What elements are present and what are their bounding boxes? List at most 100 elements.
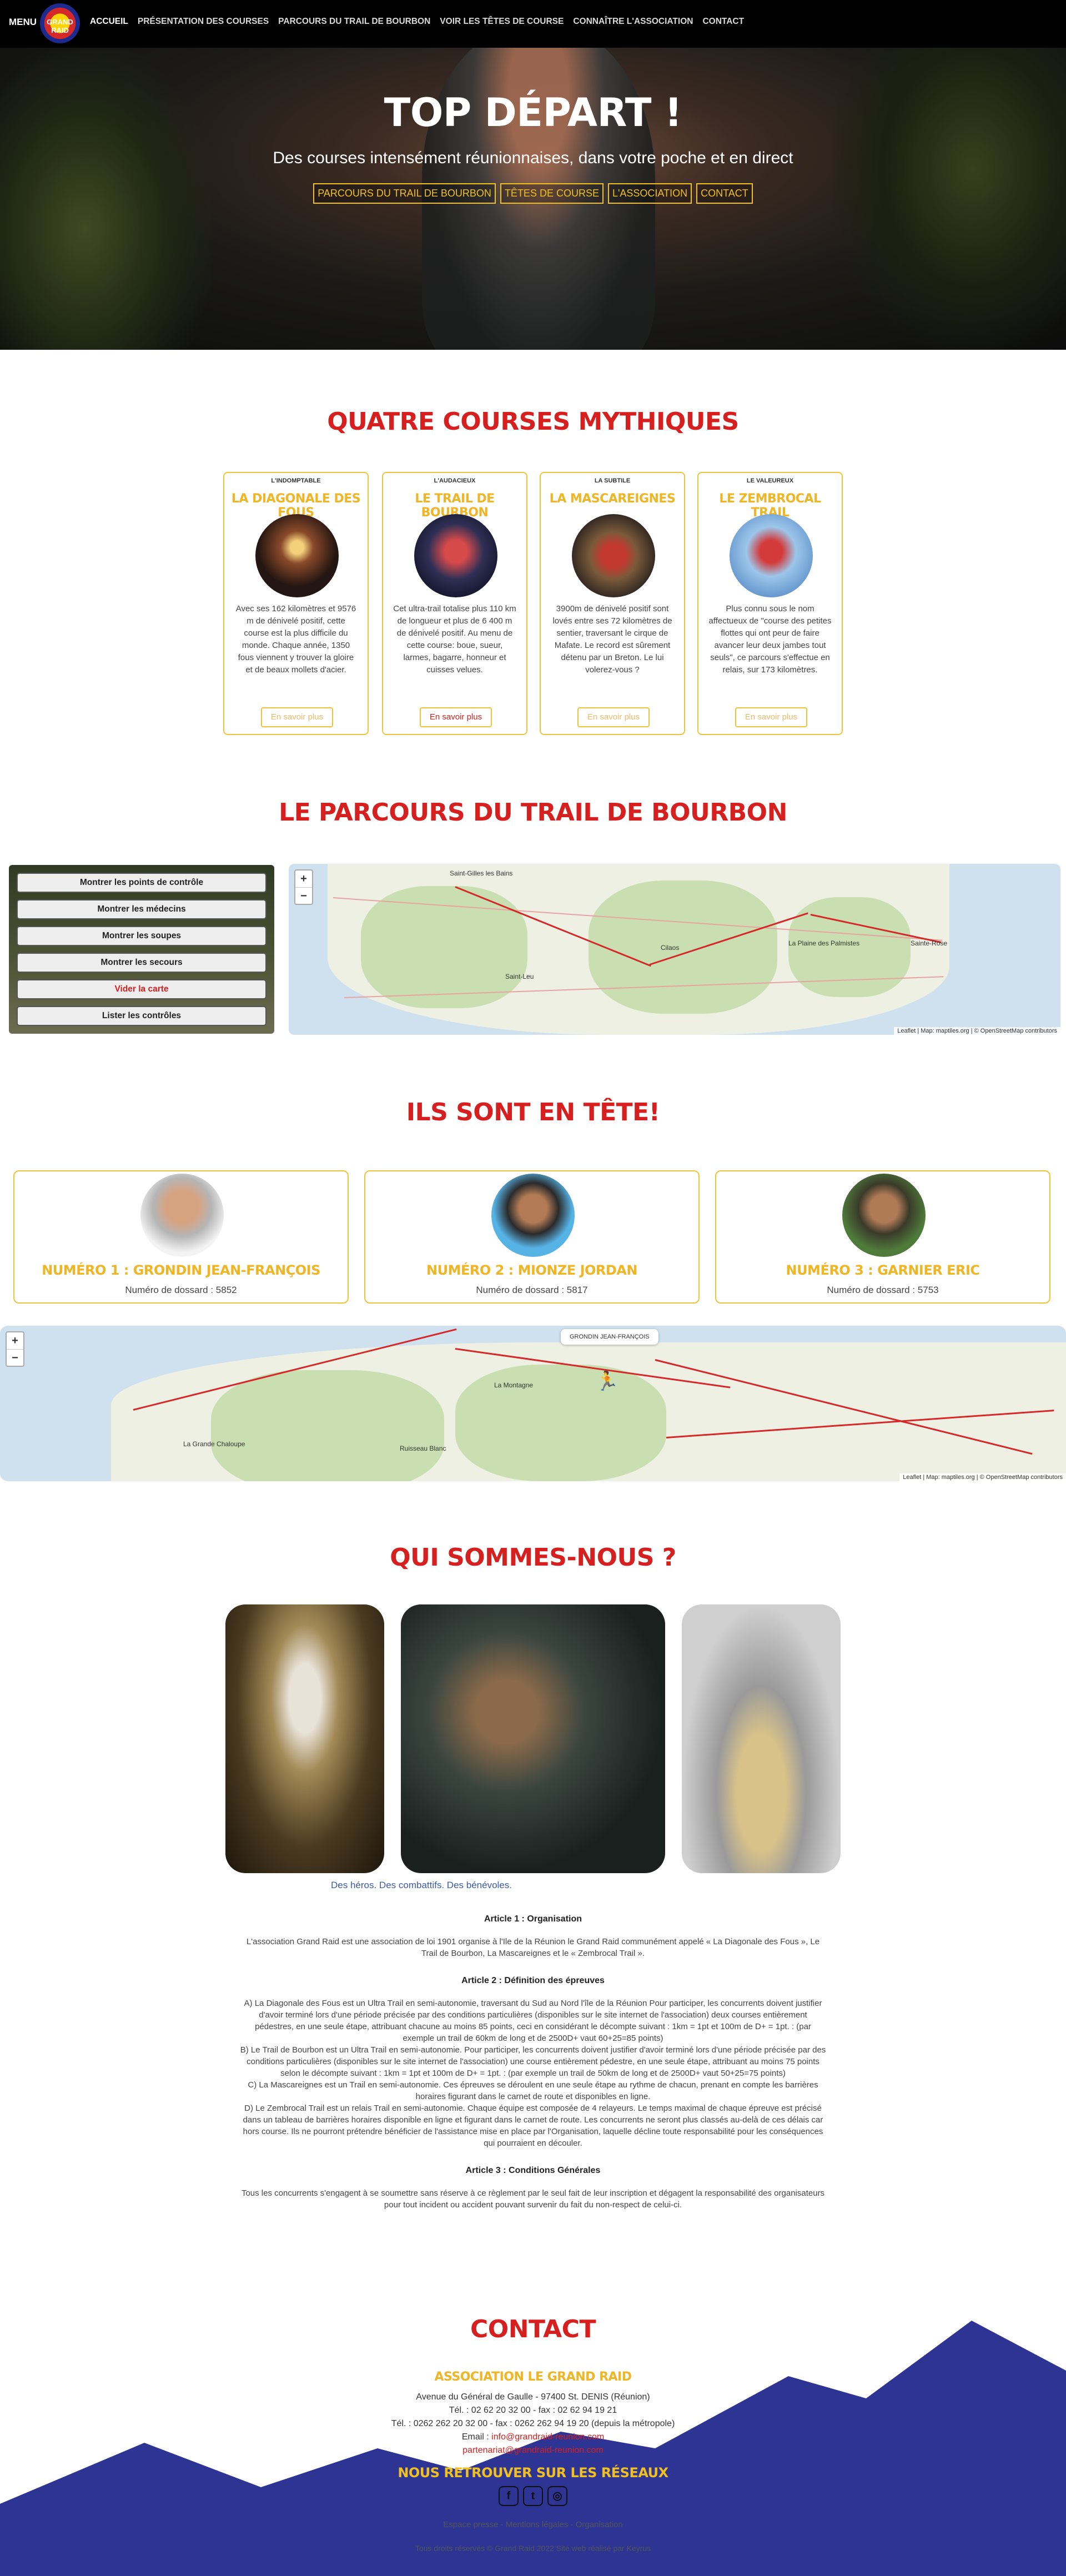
map-place-label: La Plaine des Palmistes <box>788 939 860 947</box>
race-more-button[interactable]: En savoir plus <box>420 707 492 727</box>
nav-item-presentation[interactable]: PRÉSENTATION DES COURSES <box>138 17 269 27</box>
grand-raid-logo[interactable]: GRAND RAID <box>40 3 80 43</box>
map-zoom-control: + − <box>294 869 313 905</box>
zoom-out-button[interactable]: − <box>295 887 312 904</box>
nav-item-tetes[interactable]: VOIR LES TÊTES DE COURSE <box>440 17 564 27</box>
email-link[interactable]: info@grandraid-reunion.com <box>491 2432 604 2442</box>
race-more-button[interactable]: En savoir plus <box>735 707 807 727</box>
leader-bib: Numéro de dossard : 5817 <box>476 1285 588 1295</box>
instagram-icon[interactable]: ◎ <box>547 2486 567 2506</box>
race-card: L'AUDACIEUX LE TRAIL DE BOURBON Cet ultr… <box>382 472 527 735</box>
show-rescue-button[interactable]: Montrer les secours <box>17 953 266 973</box>
hero-button-parcours[interactable]: PARCOURS DU TRAIL DE BOURBON <box>313 183 496 204</box>
leader-card: NUMÉRO 1 : GRONDIN JEAN-FRANÇOIS Numéro … <box>13 1170 349 1304</box>
article-2-b: B) Le Trail de Bourbon est un Ultra Trai… <box>240 2045 826 2078</box>
nav-menu: ACCUEIL PRÉSENTATION DES COURSES PARCOUR… <box>90 17 753 27</box>
phone-metropole: Tél. : 0262 262 20 32 00 - fax : 0262 26… <box>391 2419 675 2428</box>
leader-avatar <box>140 1174 224 1257</box>
leaders-title: ILS SONT EN TÊTE! <box>406 1098 660 1126</box>
map-attribution[interactable]: Leaflet | Map: maptiles.org | © OpenStre… <box>894 1027 1060 1035</box>
leaders-map[interactable]: + − GRONDIN JEAN-FRANÇOIS 🏃 La Montagne … <box>0 1326 1066 1481</box>
show-doctors-button[interactable]: Montrer les médecins <box>17 899 266 919</box>
zoom-in-button[interactable]: + <box>295 871 312 887</box>
gallery-photo-volunteer <box>682 1604 841 1873</box>
race-photo <box>414 514 497 597</box>
rules-text: Article 1 : Organisation L'association G… <box>239 1913 827 2226</box>
contact-block: ASSOCIATION LE GRAND RAID Avenue du Géné… <box>0 2371 1066 2555</box>
leader-rank: NUMÉRO 2 : MIONZE JORDAN <box>426 1262 637 1278</box>
hero-buttons: PARCOURS DU TRAIL DE BOURBON TÊTES DE CO… <box>0 183 1066 204</box>
association-name: ASSOCIATION LE GRAND RAID <box>434 2370 632 2384</box>
race-tag: LA SUBTILE <box>594 477 631 484</box>
race-photo <box>572 514 655 597</box>
hero-button-association[interactable]: L'ASSOCIATION <box>607 183 692 204</box>
hero-button-contact[interactable]: CONTACT <box>696 183 753 204</box>
article-1-title: Article 1 : Organisation <box>484 1914 582 1924</box>
races-title: QUATRE COURSES MYTHIQUES <box>327 407 739 436</box>
race-more-button[interactable]: En savoir plus <box>577 707 650 727</box>
hero-title: TOP DÉPART ! <box>384 90 682 135</box>
gallery-photo-winner <box>225 1604 384 1873</box>
map-attribution[interactable]: Leaflet | Map: maptiles.org | © OpenStre… <box>899 1473 1066 1481</box>
map-controls-panel: Montrer les points de contrôle Montrer l… <box>9 865 274 1034</box>
leader-bib: Numéro de dossard : 5753 <box>827 1285 939 1295</box>
contact-title: CONTACT <box>470 2315 596 2343</box>
nav-item-accueil[interactable]: ACCUEIL <box>90 17 128 27</box>
menu-toggle[interactable]: MENU <box>9 17 37 28</box>
runner-marker-icon[interactable]: 🏃 <box>595 1370 619 1392</box>
leader-popup[interactable]: GRONDIN JEAN-FRANÇOIS <box>561 1329 658 1345</box>
article-2-a: A) La Diagonale des Fous est un Ultra Tr… <box>244 1999 822 2043</box>
parcours-title: LE PARCOURS DU TRAIL DE BOURBON <box>279 798 787 827</box>
hero-banner: TOP DÉPART ! Des courses intensément réu… <box>0 48 1066 350</box>
leader-card: NUMÉRO 2 : MIONZE JORDAN Numéro de dossa… <box>364 1170 700 1304</box>
map-place-label: La Grande Chaloupe <box>183 1440 245 1448</box>
gallery-photo-runner <box>401 1604 665 1873</box>
leader-bib: Numéro de dossard : 5852 <box>125 1285 237 1295</box>
show-checkpoints-button[interactable]: Montrer les points de contrôle <box>17 873 266 893</box>
top-navbar: MENU GRAND RAID ACCUEIL PRÉSENTATION DES… <box>0 0 1066 48</box>
article-2-c: C) La Mascareignes est un Trail en semi-… <box>248 2080 818 2101</box>
footer-links[interactable]: Espace presse - Mentions légales - Organ… <box>0 2518 1066 2532</box>
race-tag: LE VALEUREUX <box>746 477 794 484</box>
leader-avatar <box>842 1174 926 1257</box>
nav-item-parcours[interactable]: PARCOURS DU TRAIL DE BOURBON <box>278 17 430 27</box>
trail-map[interactable]: + − Saint-Gilles les Bains Cilaos La Pla… <box>289 864 1060 1035</box>
partnership-email-link[interactable]: partenariat@grandraid-reunion.com <box>0 2444 1066 2457</box>
about-title: QUI SOMMES-NOUS ? <box>390 1543 676 1572</box>
leader-rank: NUMÉRO 1 : GRONDIN JEAN-FRANÇOIS <box>42 1262 320 1278</box>
facebook-icon[interactable]: f <box>499 2486 519 2506</box>
article-3-text: Tous les concurrents s'engagent à se sou… <box>241 2188 825 2210</box>
race-more-button[interactable]: En savoir plus <box>261 707 333 727</box>
phone: Tél. : 02 62 20 32 00 - fax : 02 62 94 1… <box>449 2406 617 2415</box>
clear-map-button[interactable]: Vider la carte <box>17 979 266 999</box>
race-name: LA MASCAREIGNES <box>549 492 676 506</box>
show-soups-button[interactable]: Montrer les soupes <box>17 926 266 946</box>
race-photo <box>730 514 813 597</box>
race-card: LE VALEUREUX LE ZEMBROCAL TRAIL Plus con… <box>697 472 843 735</box>
map-place-label: Sainte-Rose <box>911 939 948 947</box>
article-2-title: Article 2 : Définition des épreuves <box>461 1976 605 1985</box>
race-description: Avec ses 162 kilomètres et 9576 m de dén… <box>235 604 356 675</box>
nav-item-association[interactable]: CONNAÎTRE L'ASSOCIATION <box>573 17 693 27</box>
zoom-in-button[interactable]: + <box>7 1332 23 1349</box>
race-photo <box>255 514 339 597</box>
leader-rank: NUMÉRO 3 : GARNIER ERIC <box>786 1262 980 1278</box>
list-controls-button[interactable]: Lister les contrôles <box>17 1006 266 1026</box>
twitter-icon[interactable]: t <box>523 2486 543 2506</box>
map-zoom-control: + − <box>6 1331 24 1367</box>
hero-subtitle: Des courses intensément réunionnaises, d… <box>273 149 793 167</box>
map-place-label: Ruisseau Blanc <box>400 1445 446 1452</box>
forest-area <box>589 881 777 1014</box>
article-1-text: L'association Grand Raid est une associa… <box>246 1937 820 1958</box>
address: Avenue du Général de Gaulle - 97400 St. … <box>416 2392 650 2402</box>
copyright: Tous droits réservés © Grand Raid 2022 S… <box>415 2544 651 2553</box>
nav-item-contact[interactable]: CONTACT <box>702 17 744 27</box>
race-card: LA SUBTILE LA MASCAREIGNES 3900m de déni… <box>540 472 685 735</box>
zoom-out-button[interactable]: − <box>7 1349 23 1366</box>
article-3-title: Article 3 : Conditions Générales <box>465 2166 601 2175</box>
article-2-d: D) Le Zembrocal Trail est un relais Trai… <box>243 2104 823 2148</box>
social-links: f t ◎ <box>0 2486 1066 2506</box>
leader-card: NUMÉRO 3 : GARNIER ERIC Numéro de dossar… <box>715 1170 1050 1304</box>
map-place-label: La Montagne <box>494 1381 534 1389</box>
hero-button-tetes[interactable]: TÊTES DE COURSE <box>500 183 604 204</box>
